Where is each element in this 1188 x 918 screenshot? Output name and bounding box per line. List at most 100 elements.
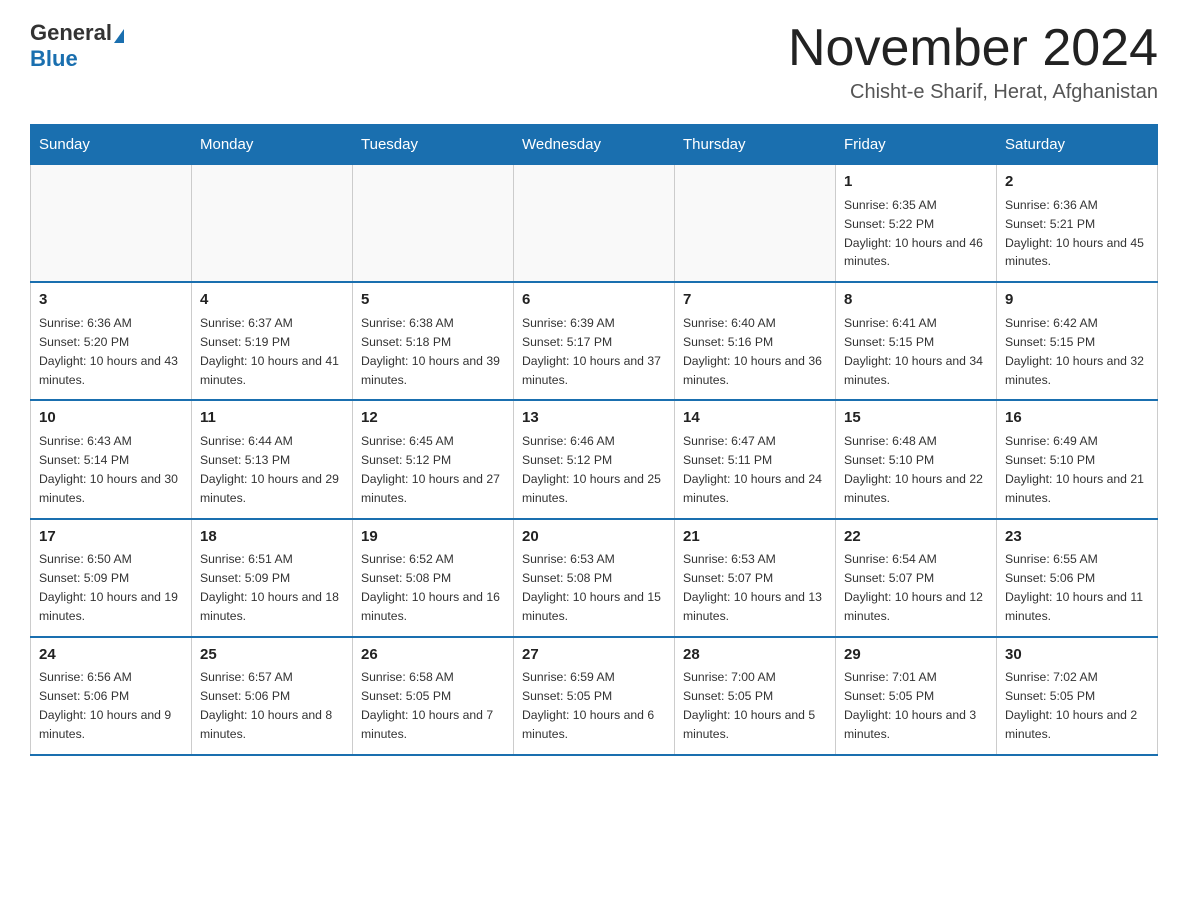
- calendar-cell: 9Sunrise: 6:42 AMSunset: 5:15 PMDaylight…: [997, 282, 1158, 400]
- calendar-cell: 11Sunrise: 6:44 AMSunset: 5:13 PMDayligh…: [192, 400, 353, 518]
- day-number: 29: [844, 644, 988, 667]
- calendar-cell: 27Sunrise: 6:59 AMSunset: 5:05 PMDayligh…: [514, 637, 675, 755]
- calendar-week-row: 24Sunrise: 6:56 AMSunset: 5:06 PMDayligh…: [31, 637, 1158, 755]
- calendar-cell: [353, 164, 514, 282]
- calendar-cell: 7Sunrise: 6:40 AMSunset: 5:16 PMDaylight…: [675, 282, 836, 400]
- sun-info: Sunrise: 6:55 AMSunset: 5:06 PMDaylight:…: [1005, 550, 1149, 626]
- day-number: 17: [39, 526, 183, 549]
- day-header-sunday: Sunday: [31, 125, 192, 164]
- sun-info: Sunrise: 6:49 AMSunset: 5:10 PMDaylight:…: [1005, 432, 1149, 508]
- page-header: General Blue November 2024 Chisht-e Shar…: [30, 20, 1158, 104]
- sun-info: Sunrise: 6:46 AMSunset: 5:12 PMDaylight:…: [522, 432, 666, 508]
- calendar-table: SundayMondayTuesdayWednesdayThursdayFrid…: [30, 124, 1158, 756]
- sun-info: Sunrise: 6:48 AMSunset: 5:10 PMDaylight:…: [844, 432, 988, 508]
- day-header-thursday: Thursday: [675, 125, 836, 164]
- logo-line2: Blue: [30, 46, 78, 72]
- sun-info: Sunrise: 6:58 AMSunset: 5:05 PMDaylight:…: [361, 668, 505, 744]
- sun-info: Sunrise: 6:38 AMSunset: 5:18 PMDaylight:…: [361, 314, 505, 390]
- sun-info: Sunrise: 6:57 AMSunset: 5:06 PMDaylight:…: [200, 668, 344, 744]
- sun-info: Sunrise: 7:00 AMSunset: 5:05 PMDaylight:…: [683, 668, 827, 744]
- day-number: 9: [1005, 289, 1149, 312]
- day-number: 3: [39, 289, 183, 312]
- calendar-cell: 2Sunrise: 6:36 AMSunset: 5:21 PMDaylight…: [997, 164, 1158, 282]
- day-number: 10: [39, 407, 183, 430]
- calendar-week-row: 10Sunrise: 6:43 AMSunset: 5:14 PMDayligh…: [31, 400, 1158, 518]
- day-header-tuesday: Tuesday: [353, 125, 514, 164]
- sun-info: Sunrise: 6:56 AMSunset: 5:06 PMDaylight:…: [39, 668, 183, 744]
- sun-info: Sunrise: 6:40 AMSunset: 5:16 PMDaylight:…: [683, 314, 827, 390]
- day-number: 15: [844, 407, 988, 430]
- calendar-cell: 25Sunrise: 6:57 AMSunset: 5:06 PMDayligh…: [192, 637, 353, 755]
- title-block: November 2024 Chisht-e Sharif, Herat, Af…: [788, 20, 1158, 104]
- logo-triangle-icon: [114, 29, 124, 43]
- sun-info: Sunrise: 6:42 AMSunset: 5:15 PMDaylight:…: [1005, 314, 1149, 390]
- calendar-week-row: 17Sunrise: 6:50 AMSunset: 5:09 PMDayligh…: [31, 519, 1158, 637]
- calendar-cell: 5Sunrise: 6:38 AMSunset: 5:18 PMDaylight…: [353, 282, 514, 400]
- day-header-saturday: Saturday: [997, 125, 1158, 164]
- logo-general-text: General: [30, 20, 112, 45]
- day-number: 16: [1005, 407, 1149, 430]
- day-number: 11: [200, 407, 344, 430]
- calendar-cell: 20Sunrise: 6:53 AMSunset: 5:08 PMDayligh…: [514, 519, 675, 637]
- sun-info: Sunrise: 6:54 AMSunset: 5:07 PMDaylight:…: [844, 550, 988, 626]
- logo: General Blue: [30, 20, 124, 72]
- calendar-cell: 21Sunrise: 6:53 AMSunset: 5:07 PMDayligh…: [675, 519, 836, 637]
- sun-info: Sunrise: 7:01 AMSunset: 5:05 PMDaylight:…: [844, 668, 988, 744]
- day-header-wednesday: Wednesday: [514, 125, 675, 164]
- sun-info: Sunrise: 6:39 AMSunset: 5:17 PMDaylight:…: [522, 314, 666, 390]
- calendar-cell: 23Sunrise: 6:55 AMSunset: 5:06 PMDayligh…: [997, 519, 1158, 637]
- calendar-cell: [675, 164, 836, 282]
- sun-info: Sunrise: 6:41 AMSunset: 5:15 PMDaylight:…: [844, 314, 988, 390]
- sun-info: Sunrise: 6:44 AMSunset: 5:13 PMDaylight:…: [200, 432, 344, 508]
- calendar-cell: [31, 164, 192, 282]
- logo-line1: General: [30, 20, 124, 46]
- day-number: 8: [844, 289, 988, 312]
- day-header-friday: Friday: [836, 125, 997, 164]
- calendar-cell: 1Sunrise: 6:35 AMSunset: 5:22 PMDaylight…: [836, 164, 997, 282]
- day-number: 24: [39, 644, 183, 667]
- day-number: 30: [1005, 644, 1149, 667]
- calendar-cell: 30Sunrise: 7:02 AMSunset: 5:05 PMDayligh…: [997, 637, 1158, 755]
- calendar-cell: 14Sunrise: 6:47 AMSunset: 5:11 PMDayligh…: [675, 400, 836, 518]
- day-number: 5: [361, 289, 505, 312]
- day-header-monday: Monday: [192, 125, 353, 164]
- calendar-cell: 10Sunrise: 6:43 AMSunset: 5:14 PMDayligh…: [31, 400, 192, 518]
- day-number: 22: [844, 526, 988, 549]
- sun-info: Sunrise: 6:45 AMSunset: 5:12 PMDaylight:…: [361, 432, 505, 508]
- calendar-cell: 19Sunrise: 6:52 AMSunset: 5:08 PMDayligh…: [353, 519, 514, 637]
- sun-info: Sunrise: 6:52 AMSunset: 5:08 PMDaylight:…: [361, 550, 505, 626]
- calendar-cell: 16Sunrise: 6:49 AMSunset: 5:10 PMDayligh…: [997, 400, 1158, 518]
- day-number: 21: [683, 526, 827, 549]
- sun-info: Sunrise: 6:43 AMSunset: 5:14 PMDaylight:…: [39, 432, 183, 508]
- day-number: 1: [844, 171, 988, 194]
- calendar-cell: 18Sunrise: 6:51 AMSunset: 5:09 PMDayligh…: [192, 519, 353, 637]
- calendar-cell: 8Sunrise: 6:41 AMSunset: 5:15 PMDaylight…: [836, 282, 997, 400]
- day-number: 2: [1005, 171, 1149, 194]
- calendar-cell: 3Sunrise: 6:36 AMSunset: 5:20 PMDaylight…: [31, 282, 192, 400]
- sun-info: Sunrise: 6:53 AMSunset: 5:08 PMDaylight:…: [522, 550, 666, 626]
- calendar-cell: 26Sunrise: 6:58 AMSunset: 5:05 PMDayligh…: [353, 637, 514, 755]
- calendar-week-row: 3Sunrise: 6:36 AMSunset: 5:20 PMDaylight…: [31, 282, 1158, 400]
- calendar-cell: 24Sunrise: 6:56 AMSunset: 5:06 PMDayligh…: [31, 637, 192, 755]
- day-number: 19: [361, 526, 505, 549]
- day-number: 6: [522, 289, 666, 312]
- calendar-cell: 15Sunrise: 6:48 AMSunset: 5:10 PMDayligh…: [836, 400, 997, 518]
- calendar-cell: 13Sunrise: 6:46 AMSunset: 5:12 PMDayligh…: [514, 400, 675, 518]
- sun-info: Sunrise: 6:51 AMSunset: 5:09 PMDaylight:…: [200, 550, 344, 626]
- location-text: Chisht-e Sharif, Herat, Afghanistan: [788, 81, 1158, 104]
- day-number: 14: [683, 407, 827, 430]
- day-number: 13: [522, 407, 666, 430]
- month-title: November 2024: [788, 20, 1158, 77]
- day-number: 7: [683, 289, 827, 312]
- sun-info: Sunrise: 6:36 AMSunset: 5:20 PMDaylight:…: [39, 314, 183, 390]
- day-number: 18: [200, 526, 344, 549]
- day-number: 28: [683, 644, 827, 667]
- calendar-cell: 6Sunrise: 6:39 AMSunset: 5:17 PMDaylight…: [514, 282, 675, 400]
- sun-info: Sunrise: 6:37 AMSunset: 5:19 PMDaylight:…: [200, 314, 344, 390]
- day-number: 12: [361, 407, 505, 430]
- calendar-cell: [514, 164, 675, 282]
- calendar-cell: 4Sunrise: 6:37 AMSunset: 5:19 PMDaylight…: [192, 282, 353, 400]
- sun-info: Sunrise: 6:35 AMSunset: 5:22 PMDaylight:…: [844, 196, 988, 272]
- day-number: 4: [200, 289, 344, 312]
- day-number: 25: [200, 644, 344, 667]
